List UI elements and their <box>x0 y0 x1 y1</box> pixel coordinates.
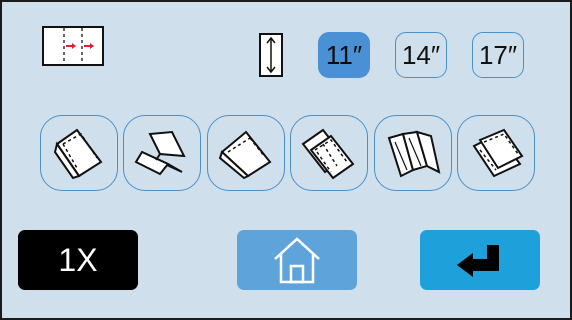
size-14-button[interactable]: 14″ <box>395 32 447 78</box>
fold-type-button-6[interactable] <box>457 115 535 191</box>
z-fold-icon <box>134 130 186 176</box>
fold-type-button-1[interactable] <box>40 115 118 191</box>
fold-type-button-5[interactable] <box>374 115 452 191</box>
size-11-button[interactable]: 11″ <box>318 32 370 78</box>
vertical-length-arrow-icon <box>259 33 283 77</box>
fold-type-button-2[interactable] <box>123 115 201 191</box>
fold-control-screen: 11″ 14″ 17″ 1X <box>0 0 572 320</box>
size-17-button[interactable]: 17″ <box>472 32 524 78</box>
size-17-label: 17″ <box>478 39 518 70</box>
fold-type-button-4[interactable] <box>290 115 368 191</box>
enter-arrow-icon <box>457 245 499 277</box>
fold-panels-with-arrows-icon <box>42 26 104 66</box>
size-11-label: 11″ <box>325 39 363 70</box>
half-fold-icon <box>53 128 103 180</box>
home-button[interactable] <box>237 230 357 290</box>
copies-button[interactable]: 1X <box>18 230 138 290</box>
copies-label: 1X <box>58 241 98 278</box>
enter-button[interactable] <box>420 230 540 290</box>
size-14-label: 14″ <box>401 39 441 70</box>
home-icon <box>274 237 320 284</box>
tri-fold-icon <box>472 128 524 178</box>
single-fold-icon <box>218 130 272 180</box>
double-parallel-fold-icon <box>301 128 355 180</box>
fold-type-button-3[interactable] <box>207 115 285 191</box>
accordion-fold-icon <box>387 130 441 178</box>
